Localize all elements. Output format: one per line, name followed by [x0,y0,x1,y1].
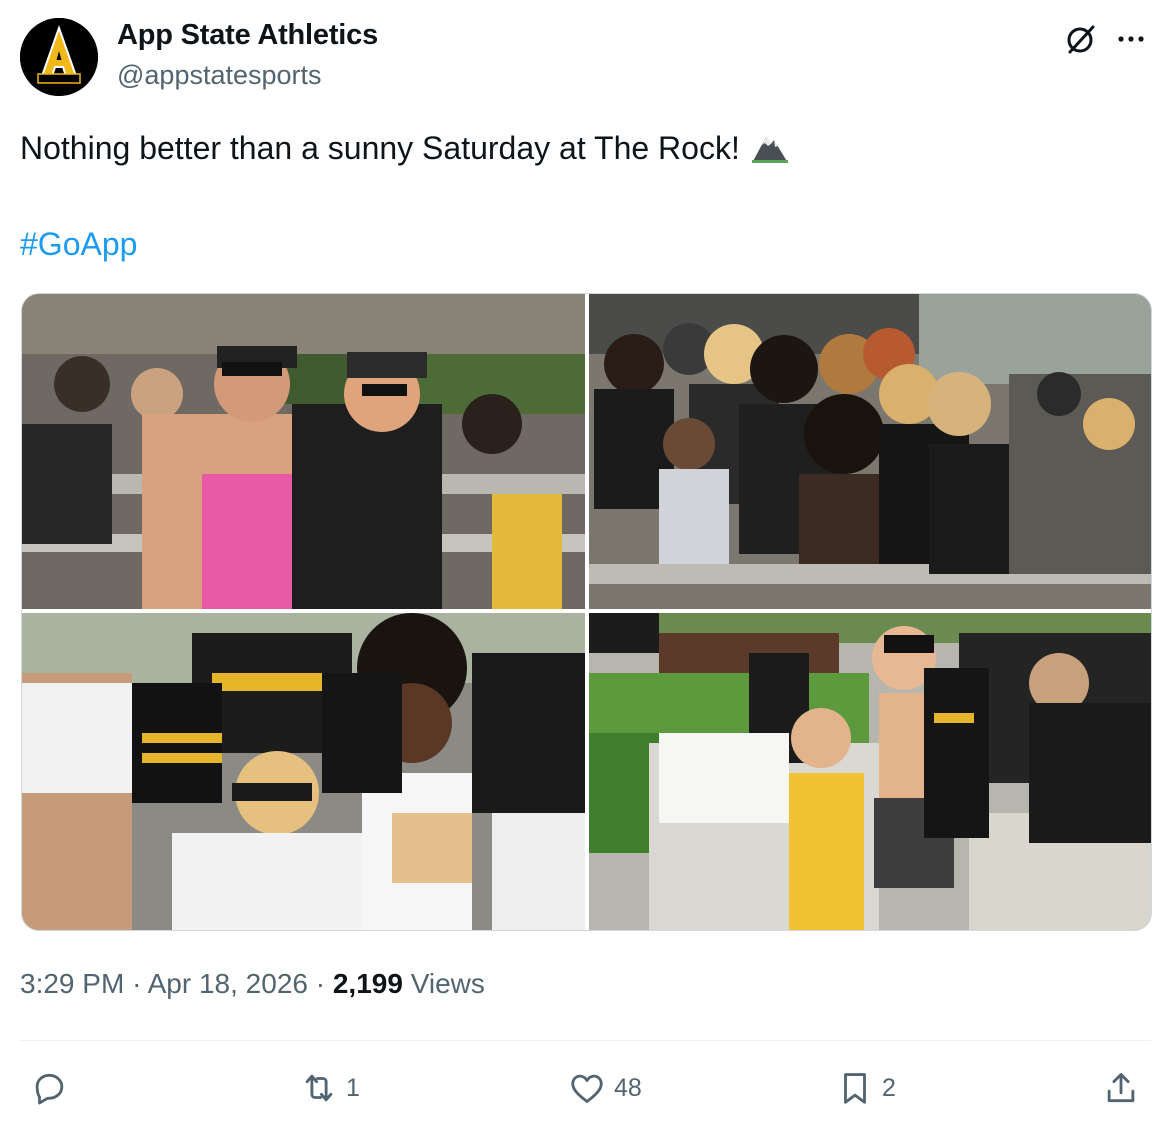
reply-button[interactable] [30,1068,76,1108]
author-name[interactable]: App State Athletics [117,19,378,52]
retweet-icon [305,1074,333,1102]
tweet-text-body: Nothing better than a sunny Saturday at … [20,130,740,166]
heart-icon [571,1074,603,1103]
author-handle[interactable]: @appstatesports [117,60,322,91]
meta-separator: · [132,968,142,999]
media-grid [21,293,1152,931]
mountain-icon [751,137,788,163]
reply-icon [35,1073,64,1105]
photo-fans-3[interactable] [22,613,585,930]
more-icon[interactable] [1115,24,1147,54]
tweet-card: App State Athletics @appstatesports Noth… [0,0,1175,1134]
app-state-a-logo-icon [20,18,98,96]
divider [20,1040,1151,1041]
author-avatar[interactable] [20,18,98,96]
like-button[interactable]: 48 [568,1068,642,1108]
tweet-date[interactable]: Apr 18, 2026 [148,968,308,999]
share-icon [1107,1073,1135,1103]
retweet-count: 1 [346,1073,360,1102]
share-button[interactable] [1102,1068,1140,1108]
grok-icon[interactable] [1063,22,1097,56]
views-count: 2,199 [332,968,403,999]
photo-fans-3-image [22,613,585,930]
bookmark-icon [844,1073,866,1104]
hashtag-link[interactable]: #GoApp [20,224,137,264]
bookmark-count: 2 [882,1073,896,1102]
tweet-meta: 3:29 PM · Apr 18, 2026 · 2,199 Views [20,968,485,1000]
views-label: Views [410,968,485,999]
like-count: 48 [614,1073,642,1102]
photo-fans-1[interactable] [22,294,585,609]
photo-kids-jerseys-image [589,613,1151,930]
photo-fans-2[interactable] [589,294,1151,609]
meta-separator: · [315,968,326,999]
tweet-time[interactable]: 3:29 PM [20,968,124,999]
photo-fans-2-image [589,294,1151,609]
photo-kids-jerseys[interactable] [589,613,1151,930]
bookmark-button[interactable]: 2 [836,1068,896,1108]
photo-fans-1-image [22,294,585,609]
tweet-text: Nothing better than a sunny Saturday at … [20,128,790,168]
retweet-button[interactable]: 1 [300,1068,360,1108]
